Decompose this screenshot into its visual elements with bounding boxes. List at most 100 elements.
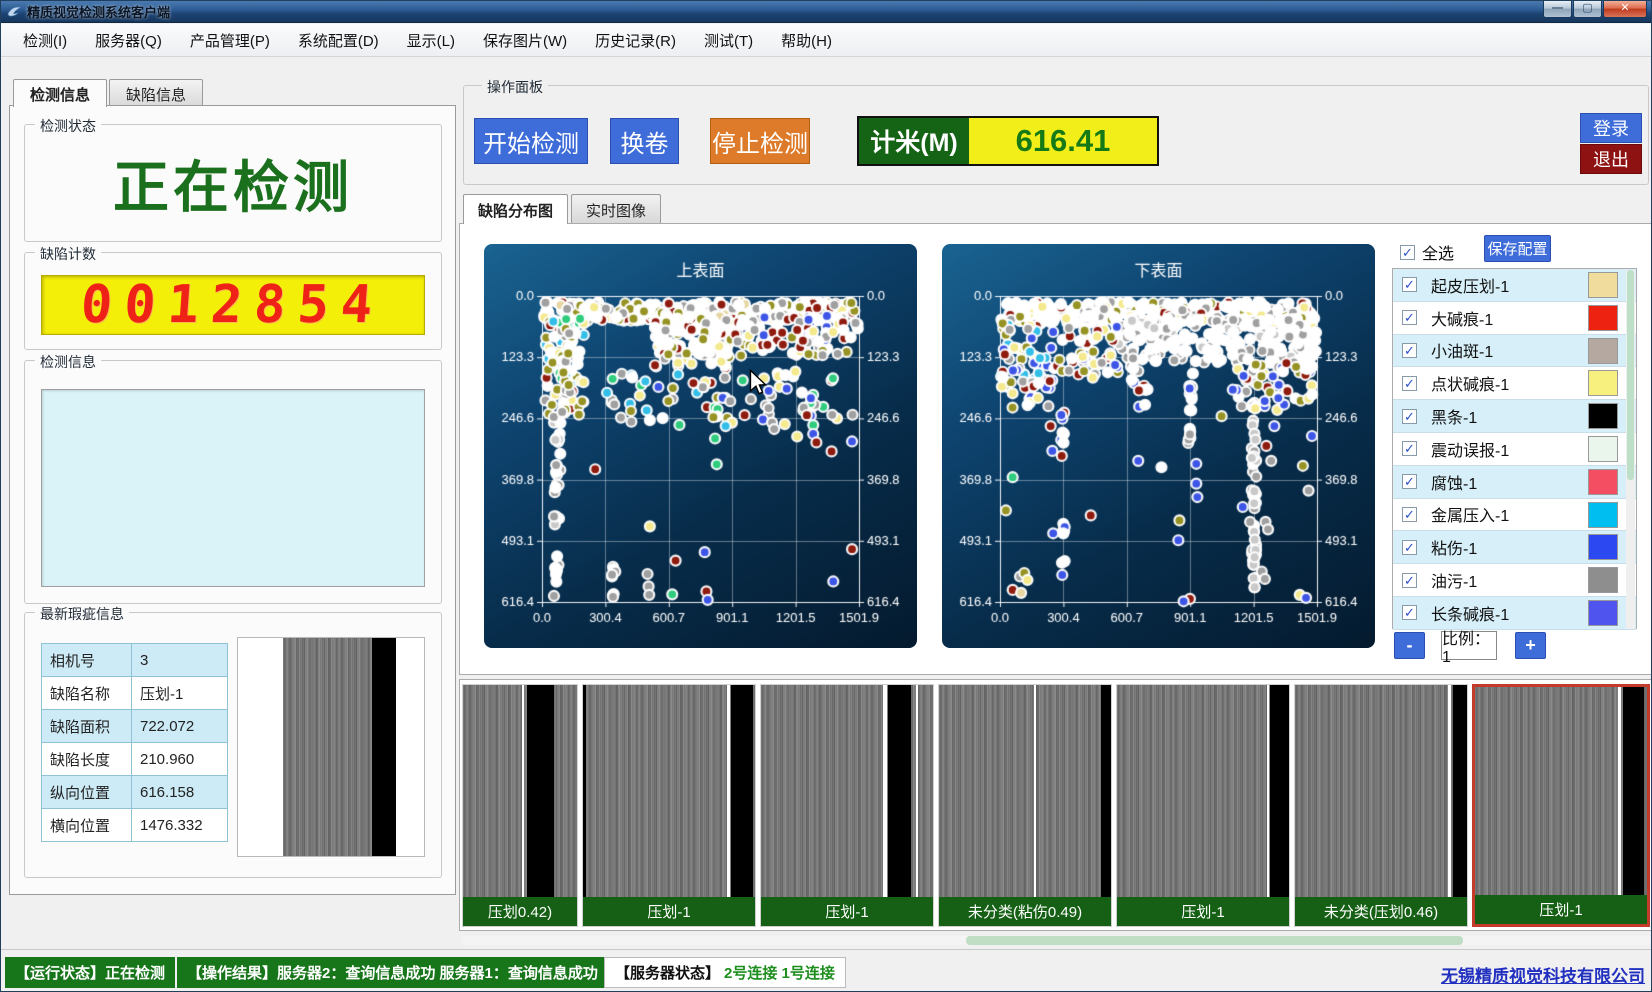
select-all-control[interactable]: ✓ 全选 <box>1400 240 1454 264</box>
defect-type-checkbox[interactable]: ✓ <box>1402 376 1417 391</box>
defect-color-swatch <box>1588 534 1618 560</box>
scatter-chart-top-surface <box>484 244 917 648</box>
menu-item-5[interactable]: 保存图片(W) <box>469 26 581 55</box>
menu-item-0[interactable]: 检测(I) <box>9 26 81 55</box>
scatter-chart-bottom-surface <box>942 244 1375 648</box>
defect-color-swatch <box>1588 567 1618 593</box>
image-band <box>916 685 918 897</box>
image-band <box>883 685 886 897</box>
login-button[interactable]: 登录 <box>1580 113 1642 143</box>
defect-type-label: 小油斑-1 <box>1431 338 1493 362</box>
thumbnail-scrollbar[interactable] <box>461 936 1651 945</box>
menu-item-2[interactable]: 产品管理(P) <box>176 26 284 55</box>
stop-detect-button[interactable]: 停止检测 <box>710 118 810 164</box>
defect-thumbnail-0[interactable]: 压划0.42) <box>462 684 578 927</box>
legend-scrollbar-thumb[interactable] <box>1627 270 1634 480</box>
close-button[interactable]: ✕ <box>1603 1 1647 18</box>
menu-item-4[interactable]: 显示(L) <box>393 26 469 55</box>
defect-count-label: 缺陷计数 <box>35 244 101 264</box>
scale-plus-button[interactable]: + <box>1515 632 1546 659</box>
defect-color-swatch <box>1588 338 1618 364</box>
save-config-button[interactable]: 保存配置 <box>1484 235 1551 262</box>
minimize-button[interactable]: — <box>1543 1 1572 18</box>
image-band <box>888 685 910 897</box>
menu-bar: 检测(I)服务器(Q)产品管理(P)系统配置(D)显示(L)保存图片(W)历史记… <box>1 24 1651 57</box>
thumbnail-scrollbar-thumb[interactable] <box>966 936 1463 945</box>
server-status-value: 2号连接 1号连接 <box>724 962 835 983</box>
defect-thumbnail-5[interactable]: 未分类(压划0.46) <box>1294 684 1468 927</box>
select-all-label: 全选 <box>1422 240 1454 264</box>
table-row: 缺陷名称压划-1 <box>42 677 228 710</box>
defect-type-checkbox[interactable]: ✓ <box>1402 474 1417 489</box>
start-detect-button[interactable]: 开始检测 <box>474 118 588 164</box>
select-all-checkbox[interactable]: ✓ <box>1400 245 1415 260</box>
tab-live-image[interactable]: 实时图像 <box>571 194 661 223</box>
defect-type-row-9[interactable]: ✓油污-1 <box>1393 564 1636 597</box>
defect-type-checkbox[interactable]: ✓ <box>1402 277 1417 292</box>
chart-bottom-surface-panel <box>942 244 1375 648</box>
image-band <box>1034 685 1036 897</box>
row-value: 722.072 <box>132 710 228 743</box>
defect-type-row-1[interactable]: ✓大碱痕-1 <box>1393 302 1636 335</box>
menu-item-7[interactable]: 测试(T) <box>690 26 767 55</box>
detect-info-textarea[interactable] <box>41 389 425 587</box>
defect-count-display: 0012854 <box>41 275 425 335</box>
legend-scrollbar[interactable] <box>1626 270 1635 629</box>
image-band <box>283 638 372 856</box>
defect-type-row-10[interactable]: ✓长条碱痕-1 <box>1393 597 1636 630</box>
title-bar: 精质视觉检测系统客户端 — ▢ ✕ <box>1 1 1651 23</box>
defect-type-row-2[interactable]: ✓ 小油斑-1 <box>1393 335 1636 368</box>
tab-defect-info[interactable]: 缺陷信息 <box>109 79 203 106</box>
defect-thumbnail-2[interactable]: 压划-1 <box>760 684 934 927</box>
defect-thumbnail-4[interactable]: 压划-1 <box>1116 684 1290 927</box>
view-tab-strip: 缺陷分布图 实时图像 <box>463 194 664 224</box>
company-link[interactable]: 无锡精质视觉科技有限公司 <box>1441 962 1645 987</box>
defect-type-row-3[interactable]: ✓点状碱痕-1 <box>1393 367 1636 400</box>
defect-thumbnail-3[interactable]: 未分类(粘伤0.49) <box>938 684 1112 927</box>
tab-defect-map[interactable]: 缺陷分布图 <box>463 194 568 224</box>
defect-thumbnail-1[interactable]: 压划-1 <box>582 684 756 927</box>
defect-type-row-8[interactable]: ✓ 粘伤-1 <box>1393 531 1636 564</box>
row-key: 横向位置 <box>42 809 132 842</box>
defect-type-checkbox[interactable]: ✓ <box>1402 441 1417 456</box>
menu-item-1[interactable]: 服务器(Q) <box>81 26 176 55</box>
table-row: 相机号3 <box>42 644 228 677</box>
defect-type-checkbox[interactable]: ✓ <box>1402 409 1417 424</box>
defect-type-checkbox[interactable]: ✓ <box>1402 573 1417 588</box>
image-band <box>1270 685 1289 897</box>
defect-type-checkbox[interactable]: ✓ <box>1402 310 1417 325</box>
server-status-label: 【服务器状态】 <box>615 962 720 983</box>
chart-top-surface-panel <box>484 244 917 648</box>
menu-item-3[interactable]: 系统配置(D) <box>284 26 393 55</box>
thumbnail-image <box>1295 685 1467 897</box>
defect-type-row-6[interactable]: ✓腐蚀-1 <box>1393 466 1636 499</box>
operation-result-badge: 【操作结果】服务器2：查询信息成功 服务器1：查询信息成功 <box>177 957 608 988</box>
meter-value: 616.41 <box>969 118 1157 164</box>
image-band <box>731 685 753 897</box>
row-value: 3 <box>132 644 228 677</box>
table-row: 横向位置1476.332 <box>42 809 228 842</box>
defect-type-label: 粘伤-1 <box>1431 535 1477 559</box>
menu-item-8[interactable]: 帮助(H) <box>767 26 846 55</box>
maximize-button[interactable]: ▢ <box>1573 1 1602 18</box>
defect-type-row-0[interactable]: ✓起皮压划-1 <box>1393 269 1636 302</box>
exit-button[interactable]: 退出 <box>1580 144 1642 174</box>
change-roll-button[interactable]: 换卷 <box>610 118 679 164</box>
scale-minus-button[interactable]: - <box>1394 632 1425 659</box>
menu-item-6[interactable]: 历史记录(R) <box>581 26 690 55</box>
defect-type-row-7[interactable]: ✓金属压入-1 <box>1393 499 1636 532</box>
defect-type-row-4[interactable]: ✓黑条-1 <box>1393 400 1636 433</box>
defect-type-checkbox[interactable]: ✓ <box>1402 343 1417 358</box>
thumbnail-label: 压划-1 <box>1117 897 1289 926</box>
tab-detect-info[interactable]: 检测信息 <box>13 79 107 107</box>
defect-type-checkbox[interactable]: ✓ <box>1402 605 1417 620</box>
latest-defect-label: 最新瑕疵信息 <box>35 604 129 624</box>
defect-type-checkbox[interactable]: ✓ <box>1402 507 1417 522</box>
detect-status-label: 检测状态 <box>35 116 101 136</box>
defect-type-row-5[interactable]: ✓震动误报-1 <box>1393 433 1636 466</box>
image-band <box>372 638 396 856</box>
defect-color-swatch <box>1588 370 1618 396</box>
defect-type-checkbox[interactable]: ✓ <box>1402 540 1417 555</box>
defect-thumbnail-6[interactable]: 压划-1 <box>1472 684 1650 927</box>
thumbnail-image <box>1475 687 1647 895</box>
